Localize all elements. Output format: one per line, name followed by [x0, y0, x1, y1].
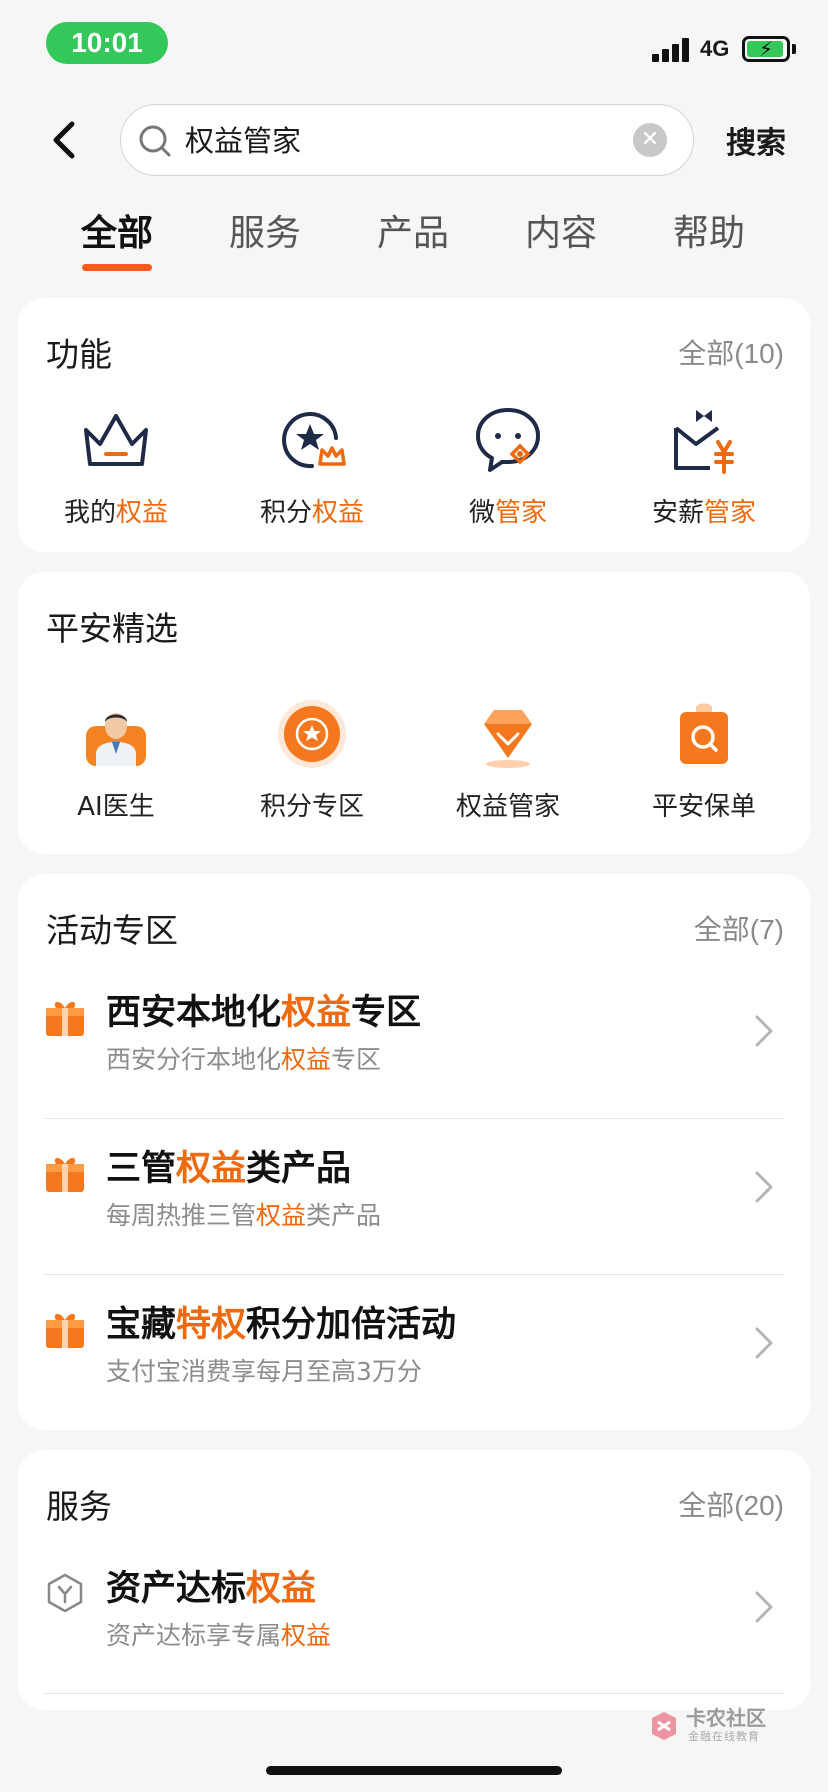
activity-title: 三管权益类产品 [106, 1149, 352, 1189]
clear-search-button[interactable]: ✕ [633, 123, 667, 157]
status-bar: 10:01 4G ⚡ [0, 0, 828, 80]
section-title: 服务 [46, 1487, 112, 1526]
gift-icon [46, 1157, 84, 1192]
signal-icon [652, 38, 692, 62]
crown-icon [78, 402, 154, 478]
function-label: 微管家 [468, 498, 548, 528]
services-card: 服务 全部(20) 资产达标权益 资产达标享专属权益 [18, 1450, 810, 1710]
function-label: 积分权益 [259, 498, 365, 528]
chevron-right-icon [755, 1591, 773, 1623]
activity-subtitle: 支付宝消费享每月至高3万分 [106, 1357, 422, 1386]
selection-points-zone[interactable]: 积分专区 [214, 696, 410, 823]
tab-help[interactable]: 帮助 [654, 204, 764, 256]
functions-card: 功能 全部(10) 我的权益 积分权益 微管家 安薪管家 [18, 298, 810, 552]
selection-label: AI医生 [77, 792, 155, 822]
hexagon-yuan-icon [47, 1573, 83, 1613]
tab-all[interactable]: 全部 [62, 204, 172, 256]
chevron-left-icon [53, 121, 75, 159]
divider [44, 1274, 784, 1275]
functions-more-link[interactable]: 全部(10) [678, 332, 784, 372]
section-title: 功能 [46, 335, 112, 374]
tab-services[interactable]: 服务 [210, 204, 320, 256]
activity-item[interactable]: 西安本地化权益专区 西安分行本地化权益专区 [18, 974, 810, 1130]
network-type: 4G [700, 36, 730, 61]
search-input[interactable]: 权益管家 ✕ [120, 104, 694, 176]
watermark: 卡农社区 金融在线教育 [646, 1700, 776, 1760]
function-wechat-steward[interactable]: 微管家 [410, 402, 606, 529]
chevron-right-icon [755, 1171, 773, 1203]
divider [44, 1118, 784, 1119]
activity-title: 西安本地化权益专区 [106, 993, 422, 1033]
section-title: 平安精选 [46, 609, 178, 648]
watermark-title: 卡农社区 [686, 1706, 766, 1730]
activity-title: 宝藏特权积分加倍活动 [106, 1305, 457, 1345]
activity-item[interactable]: 三管权益类产品 每周热推三管权益类产品 [18, 1130, 810, 1286]
selection-ai-doctor[interactable]: AI医生 [18, 696, 214, 823]
gift-icon [46, 1001, 84, 1036]
chevron-right-icon [755, 1327, 773, 1359]
divider [44, 1693, 784, 1694]
service-subtitle: 资产达标享专属权益 [106, 1621, 332, 1650]
chevron-right-icon [755, 1015, 773, 1047]
function-label: 我的权益 [63, 498, 169, 528]
activity-subtitle: 西安分行本地化权益专区 [106, 1045, 382, 1074]
selection-label: 平安保单 [651, 792, 756, 822]
service-title: 资产达标权益 [106, 1569, 317, 1609]
back-button[interactable] [46, 118, 86, 162]
activities-more-link[interactable]: 全部(7) [694, 908, 784, 948]
function-my-benefits[interactable]: 我的权益 [18, 402, 214, 529]
search-category-tabs: 全部 服务 产品 内容 帮助 [0, 204, 828, 274]
function-salary-steward[interactable]: 安薪管家 [606, 402, 802, 529]
tab-products[interactable]: 产品 [358, 204, 468, 256]
search-query: 权益管家 [185, 124, 302, 158]
diamond-icon [470, 696, 546, 772]
status-time: 10:01 [46, 22, 168, 64]
policy-bag-icon [666, 696, 742, 772]
home-indicator[interactable] [266, 1766, 562, 1775]
points-badge-icon [274, 696, 350, 772]
watermark-subtitle: 金融在线教育 [688, 1730, 760, 1743]
search-icon [139, 125, 171, 157]
gift-icon [46, 1313, 84, 1348]
active-tab-indicator [82, 264, 152, 271]
chat-bubble-icon [470, 402, 546, 478]
salary-envelope-icon [666, 402, 742, 478]
selection-benefits-steward[interactable]: 权益管家 [410, 696, 606, 823]
tab-content[interactable]: 内容 [506, 204, 616, 256]
service-item[interactable]: 资产达标权益 资产达标享专属权益 [18, 1550, 810, 1706]
activities-card: 活动专区 全部(7) 西安本地化权益专区 西安分行本地化权益专区 三管权益类产品… [18, 874, 810, 1430]
activity-subtitle: 每周热推三管权益类产品 [106, 1201, 382, 1230]
function-label: 安薪管家 [651, 498, 757, 528]
pingan-selection-card: 平安精选 AI医生 积分专区 权益管家 平安保单 [18, 572, 810, 854]
kanong-logo-icon [652, 1712, 676, 1740]
activity-item[interactable]: 宝藏特权积分加倍活动 支付宝消费享每月至高3万分 [18, 1286, 810, 1442]
services-more-link[interactable]: 全部(20) [678, 1484, 784, 1524]
function-points-benefits[interactable]: 积分权益 [214, 402, 410, 529]
selection-pingan-policy[interactable]: 平安保单 [606, 696, 802, 823]
selection-label: 积分专区 [259, 792, 364, 822]
search-submit-button[interactable]: 搜索 [726, 118, 786, 162]
selection-label: 权益管家 [455, 792, 560, 822]
doctor-avatar-icon [78, 696, 154, 772]
points-star-icon [274, 402, 350, 478]
battery-icon: ⚡ [742, 36, 790, 62]
section-title: 活动专区 [46, 911, 178, 950]
